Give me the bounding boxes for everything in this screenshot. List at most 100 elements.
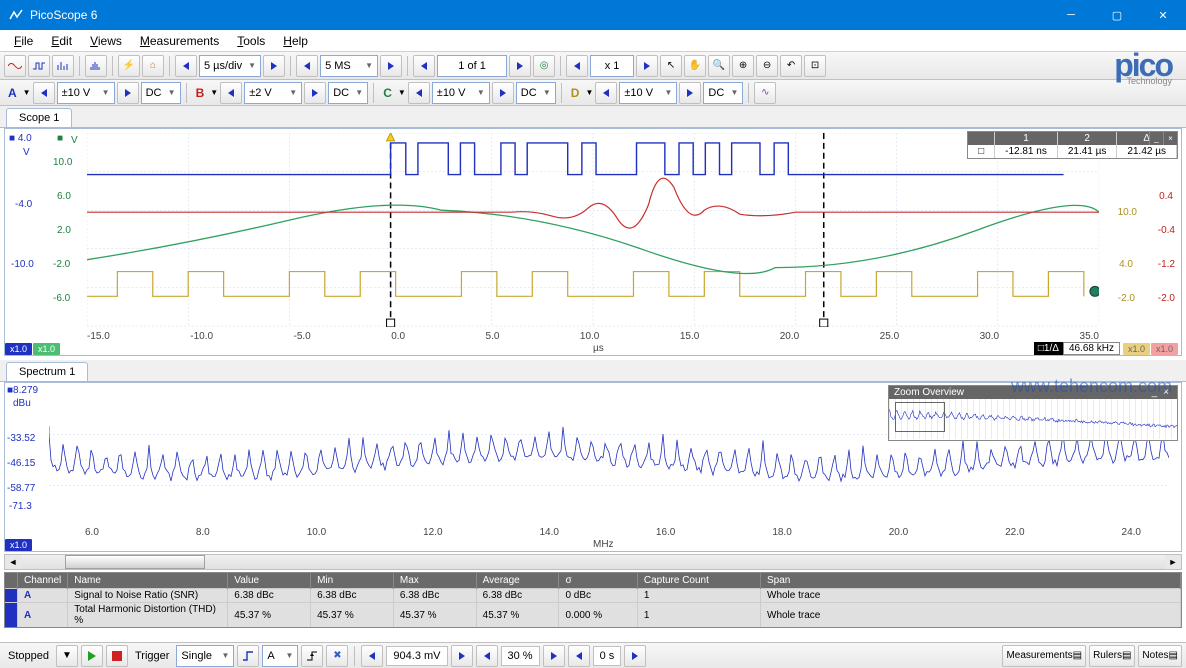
badge-a[interactable]: x1.0 [5,343,32,355]
zoom-factor-dropdown[interactable]: x 1 [590,55,634,77]
channel-d-label: D [567,86,584,100]
chan-c-range[interactable]: ±10 V▼ [432,82,490,104]
timebase-up-button[interactable] [263,55,285,77]
minimize-button[interactable]: ─ [1048,0,1094,30]
trig-level-down[interactable] [361,645,383,667]
menu-help[interactable]: Help [275,32,316,50]
trigger-level-input[interactable]: 904.3 mV [386,646,447,666]
stop-button[interactable] [106,645,128,667]
meas-row[interactable]: ASignal to Noise Ratio (SNR)6.38 dBc6.38… [5,589,1181,603]
undo-zoom-icon[interactable]: ↶ [780,55,802,77]
channel-a-label: A [4,86,21,100]
histogram-icon[interactable] [85,55,107,77]
meas-row[interactable]: ATotal Harmonic Distortion (THD) %45.37 … [5,603,1181,628]
buffer-prev-button[interactable] [413,55,435,77]
zoom-area-icon[interactable]: 🔍 [708,55,730,77]
zoom-in-to-next-button[interactable] [636,55,658,77]
chan-b-range[interactable]: ±2 V▼ [244,82,302,104]
trig-level-up[interactable] [451,645,473,667]
statusbar: Stopped ▼ Trigger Single▼ A▼ ✖ 904.3 mV … [0,642,1186,668]
pointer-tool-icon[interactable]: ↖ [660,55,682,77]
chan-a-range-up[interactable] [117,82,139,104]
badge-d[interactable]: x1.0 [1123,343,1150,355]
pan-tool-icon[interactable]: ✋ [684,55,706,77]
yd-tick: 4.0 [1119,259,1133,270]
buffer-next-button[interactable] [509,55,531,77]
trigger-mode-dropdown[interactable]: Single▼ [176,645,234,667]
auto-setup-icon[interactable]: ⚡ [118,55,140,77]
menu-edit[interactable]: Edit [43,32,80,50]
menu-views[interactable]: Views [82,32,130,50]
posttrig-up[interactable] [624,645,646,667]
pretrigger-input[interactable]: 30 % [501,646,540,666]
spectrum-mode-icon[interactable] [52,55,74,77]
spectrum-x-ticks: 6.08.010.012.014.016.018.020.022.024.0 [85,527,1141,538]
chan-d-coupling[interactable]: DC▼ [703,82,743,104]
zoom-in-icon[interactable]: ⊕ [732,55,754,77]
zoom-full-icon[interactable]: ⊡ [804,55,826,77]
measurements-button[interactable]: Measurements ▤ [1002,645,1086,667]
menu-file[interactable]: File [6,32,41,50]
trigger-edge-icon[interactable] [237,645,259,667]
scope-plot[interactable] [87,133,1099,327]
close-button[interactable]: ✕ [1140,0,1186,30]
menu-measurements[interactable]: Measurements [132,32,227,50]
spectrum-scrollbar[interactable]: ◄ ► [4,554,1182,570]
samples-up-button[interactable] [380,55,402,77]
buffer-page-dropdown[interactable]: 1 of 1 [437,55,507,77]
chan-c-coupling[interactable]: DC▼ [516,82,556,104]
chan-d-range[interactable]: ±10 V▼ [619,82,677,104]
pretrig-down[interactable] [476,645,498,667]
chan-b-range-up[interactable] [304,82,326,104]
rulers-button[interactable]: Rulers ▤ [1089,645,1135,667]
yc-unit: V [71,135,78,146]
timebase-dropdown[interactable]: 5 µs/div▼ [199,55,261,77]
tab-scope-1[interactable]: Scope 1 [6,108,72,127]
scroll-right-arrow[interactable]: ► [1165,555,1181,569]
run-button[interactable] [81,645,103,667]
chan-c-range-up[interactable] [492,82,514,104]
chan-a-range-down[interactable] [33,82,55,104]
scope-x-unit: µs [593,343,604,354]
samples-dropdown[interactable]: 5 MS▼ [320,55,378,77]
run-state-dropdown[interactable]: ▼ [56,645,78,667]
chan-c-range-down[interactable] [408,82,430,104]
app-icon [8,7,24,23]
badge-b[interactable]: x1.0 [1151,343,1178,355]
persistence-mode-icon[interactable] [28,55,50,77]
zoom-out-icon[interactable]: ⊖ [756,55,778,77]
spectrum-tab-strip: Spectrum 1 [0,360,1186,382]
scroll-left-arrow[interactable]: ◄ [5,555,21,569]
trigger-rising-icon[interactable] [301,645,323,667]
notes-button[interactable]: Notes ▤ [1138,645,1182,667]
zoom-out-to-prev-button[interactable] [566,55,588,77]
maximize-button[interactable]: ▢ [1094,0,1140,30]
chan-b-coupling[interactable]: DC▼ [328,82,368,104]
trigger-advanced-icon[interactable]: ✖ [326,645,348,667]
chan-d-range-down[interactable] [595,82,617,104]
toolbar-top: ⚡ ⌂ 5 µs/div▼ 5 MS▼ 1 of 1 ◎ x 1 ↖ ✋ 🔍 ⊕… [0,52,1186,80]
spec-badge-a[interactable]: x1.0 [5,539,32,551]
tab-spectrum-1[interactable]: Spectrum 1 [6,362,88,381]
cursor-info-panel[interactable]: _× 12Δ □-12.81 ns21.41 µs21.42 µs [967,131,1178,159]
cursor-close-icon[interactable]: × [1163,132,1177,145]
math-channel-icon[interactable]: ∿ [754,82,776,104]
badge-c[interactable]: x1.0 [33,343,60,355]
meas-header-row: ChannelNameValueMinMaxAverageσCapture Co… [5,573,1181,589]
menu-tools[interactable]: Tools [229,32,273,50]
chan-b-range-down[interactable] [220,82,242,104]
chan-d-range-up[interactable] [679,82,701,104]
home-icon[interactable]: ⌂ [142,55,164,77]
posttrig-down[interactable] [568,645,590,667]
posttrigger-input[interactable]: 0 s [593,646,622,666]
cursor-min-icon[interactable]: _ [1149,132,1163,145]
pretrig-up[interactable] [543,645,565,667]
chan-a-coupling[interactable]: DC▼ [141,82,181,104]
timebase-down-button[interactable] [175,55,197,77]
chan-a-range[interactable]: ±10 V▼ [57,82,115,104]
buffer-nav-icon[interactable]: ◎ [533,55,555,77]
samples-down-button[interactable] [296,55,318,77]
trigger-channel-dropdown[interactable]: A▼ [262,645,298,667]
scroll-thumb[interactable] [65,555,205,569]
scope-mode-icon[interactable] [4,55,26,77]
